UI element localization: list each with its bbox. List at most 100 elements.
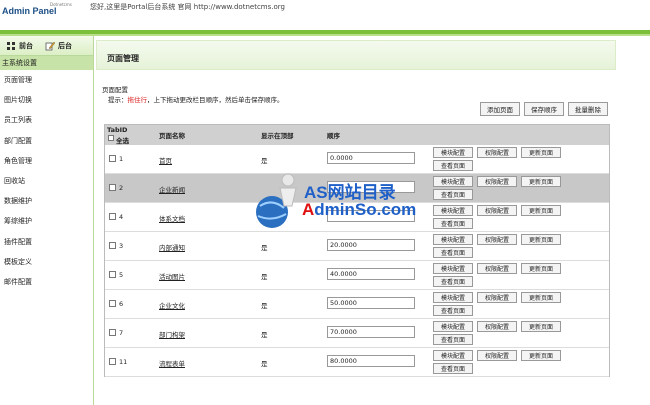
module-config-button[interactable]: 模块配置 [433,147,473,158]
view-page-button[interactable]: 查看页面 [433,334,473,345]
module-config-button[interactable]: 模块配置 [433,292,473,303]
row-tabid: 11 [119,358,128,366]
permission-config-button[interactable]: 权限配置 [477,321,517,332]
update-page-button[interactable]: 更新页面 [521,292,561,303]
update-page-button[interactable]: 更新页面 [521,263,561,274]
update-page-button[interactable]: 更新页面 [521,321,561,332]
hint-text: 提示：拖住行，上下拖动更改栏目顺序，然后单击保存顺序。 [108,94,284,104]
row-order-input[interactable]: 20.0000 [327,239,415,251]
view-page-button[interactable]: 查看页面 [433,363,473,374]
permission-config-button[interactable]: 权限配置 [477,205,517,216]
sidebar-item-template-define[interactable]: 模板定义 [0,252,93,272]
row-page-name-link[interactable]: 首页 [159,155,172,165]
watermark-line2-b: dminSo.com [314,200,417,219]
module-config-button[interactable]: 模块配置 [433,234,473,245]
panel-title: 页面配置 [102,86,128,94]
row-order-input[interactable]: 70.0000 [327,326,415,338]
view-page-button[interactable]: 查看页面 [433,276,473,287]
column-order: 顺序 [327,132,340,140]
table-header: TabID 全选 页面名称 显示在顶部 顺序 [105,125,609,145]
page-config-panel: 页面配置 提示：拖住行，上下拖动更改栏目顺序，然后单击保存顺序。 添加页面 保存… [102,84,610,398]
row-order-input[interactable]: 0.0000 [327,152,415,164]
row-page-name-link[interactable]: 部门构架 [159,329,185,339]
row-page-name-link[interactable]: 流程表单 [159,358,185,368]
row-page-name-link[interactable]: 体系文档 [159,213,185,223]
row-checkbox[interactable] [109,242,116,249]
grid-icon [7,41,15,50]
row-tabid: 2 [119,184,124,192]
row-tabid: 6 [119,300,124,308]
row-checkbox[interactable] [109,300,116,307]
view-page-button[interactable]: 查看页面 [433,189,473,200]
row-order-input[interactable]: 80.0000 [327,355,415,367]
row-show-top: 是 [261,302,268,310]
sidebar-item-maintain[interactable]: 筹综维护 [0,211,93,231]
view-page-button[interactable]: 查看页面 [433,305,473,316]
row-checkbox[interactable] [109,213,116,220]
module-config-button[interactable]: 模块配置 [433,176,473,187]
row-checkbox[interactable] [109,155,116,162]
sidebar-item-recycle-bin[interactable]: 回收站 [0,171,93,191]
logo: Admin Panel [2,6,57,16]
save-order-button[interactable]: 保存顺序 [524,102,564,116]
update-page-button[interactable]: 更新页面 [521,205,561,216]
row-checkbox[interactable] [109,271,116,278]
row-page-name-link[interactable]: 企业文化 [159,300,185,310]
hint-prefix: 提示： [108,96,128,104]
permission-config-button[interactable]: 权限配置 [477,147,517,158]
watermark: AS网站目录 AdminSo.com [250,170,416,240]
row-show-top: 是 [261,244,268,252]
sidebar-item-image-switch[interactable]: 图片切换 [0,90,93,110]
sidebar-item-page-manage[interactable]: 页面管理 [0,70,93,90]
update-page-button[interactable]: 更新页面 [521,234,561,245]
table-row[interactable]: 6 企业文化 是 50.0000 模块配置 权限配置 更新页面查看页面 [105,290,609,319]
row-page-name-link[interactable]: 企业新闻 [159,184,185,194]
permission-config-button[interactable]: 权限配置 [477,263,517,274]
view-page-button[interactable]: 查看页面 [433,218,473,229]
module-config-button[interactable]: 模块配置 [433,350,473,361]
column-select-all: 全选 [116,137,129,145]
column-tabid: TabID [107,126,128,134]
column-page-name: 页面名称 [159,132,185,140]
sidebar-item-staff-list[interactable]: 员工列表 [0,110,93,130]
row-order-input[interactable]: 40.0000 [327,268,415,280]
row-page-name-link[interactable]: 内部通知 [159,242,185,252]
add-page-button[interactable]: 添加页面 [480,102,520,116]
row-tabid: 1 [119,155,124,163]
update-page-button[interactable]: 更新页面 [521,147,561,158]
row-show-top: 是 [261,331,268,339]
row-checkbox[interactable] [109,329,116,336]
tab-back-label: 后台 [58,41,72,50]
update-page-button[interactable]: 更新页面 [521,176,561,187]
sidebar-item-plugin-config[interactable]: 插件配置 [0,232,93,252]
permission-config-button[interactable]: 权限配置 [477,292,517,303]
update-page-button[interactable]: 更新页面 [521,350,561,361]
table-row[interactable]: 11 流程表单 是 80.0000 模块配置 权限配置 更新页面 查看页面 [105,348,609,377]
module-config-button[interactable]: 模块配置 [433,263,473,274]
table-row[interactable]: 7 部门构架 是 70.0000 模块配置 权限配置 更新页面 查看页面 [105,319,609,348]
sidebar-menu: 页面管理 图片切换 员工列表 部门配置 角色管理 回收站 数据维护 筹综维护 插… [0,70,93,292]
select-all-checkbox[interactable] [108,135,114,141]
tab-back[interactable]: 后台 [39,41,78,51]
sidebar-item-mail-config[interactable]: 邮件配置 [0,272,93,292]
sidebar-item-department-config[interactable]: 部门配置 [0,131,93,151]
row-checkbox[interactable] [109,184,116,191]
module-config-button[interactable]: 模块配置 [433,321,473,332]
row-page-name-link[interactable]: 活动图片 [159,271,185,281]
sidebar-item-data-maintain[interactable]: 数据维护 [0,191,93,211]
tab-front-label: 前台 [19,41,33,50]
tab-front[interactable]: 前台 [0,41,39,51]
permission-config-button[interactable]: 权限配置 [477,234,517,245]
view-page-button[interactable]: 查看页面 [433,247,473,258]
row-checkbox[interactable] [109,358,116,365]
table-row[interactable]: 5 活动图片 是 40.0000 模块配置 权限配置 更新页面 查看页面 [105,261,609,290]
permission-config-button[interactable]: 权限配置 [477,350,517,361]
batch-delete-button[interactable]: 批量删除 [568,102,608,116]
view-page-button[interactable]: 查看页面 [433,160,473,171]
sidebar-item-role-manage[interactable]: 角色管理 [0,151,93,171]
row-order-input[interactable]: 50.0000 [327,297,415,309]
permission-config-button[interactable]: 权限配置 [477,176,517,187]
row-tabid: 4 [119,213,124,221]
edit-icon [45,41,55,50]
module-config-button[interactable]: 模块配置 [433,205,473,216]
